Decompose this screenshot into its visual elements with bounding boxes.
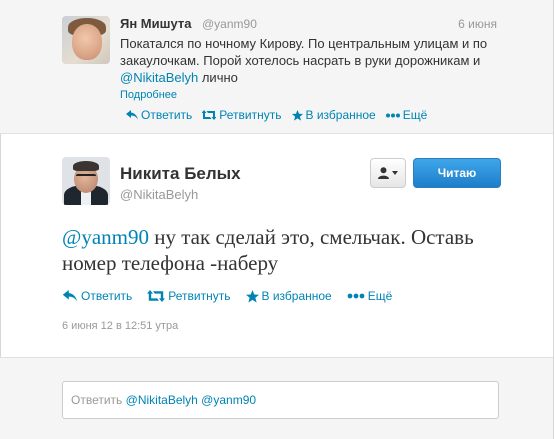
- main-retweet-action[interactable]: Ретвитнуть: [147, 289, 231, 303]
- parent-retweet-label: Ретвитнуть: [219, 108, 282, 122]
- main-reply-action[interactable]: Ответить: [62, 289, 132, 303]
- more-icon: [347, 293, 365, 299]
- parent-tweet-text: Покатался по ночному Кирову. По централь…: [120, 35, 500, 86]
- star-icon: [245, 289, 259, 303]
- reply-prefix: Ответить: [71, 393, 123, 407]
- parent-actions: Ответить Ретвитнуть В избранное Ещё: [126, 108, 427, 122]
- parent-reply-label: Ответить: [141, 108, 193, 122]
- reply-area: Ответить @NikitaBelyh @yanm90: [0, 357, 553, 439]
- parent-author-name[interactable]: Ян Мишута: [120, 16, 191, 31]
- main-author-handle[interactable]: @NikitaBelyh: [120, 187, 198, 202]
- main-favorite-action[interactable]: В избранное: [245, 289, 332, 303]
- main-avatar[interactable]: [62, 157, 110, 205]
- main-author-name[interactable]: Никита Белых: [120, 164, 241, 184]
- caret-down-icon: [392, 171, 398, 175]
- main-tweet-text: @yanm90 ну так сделай это, смельчак. Ост…: [62, 224, 502, 276]
- person-icon: [378, 167, 389, 179]
- retweet-icon: [202, 110, 217, 120]
- following-button[interactable]: Читаю: [413, 158, 501, 188]
- parent-favorite-action[interactable]: В избранное: [291, 108, 376, 122]
- parent-author-handle[interactable]: @yanm90: [202, 17, 257, 31]
- main-favorite-label: В избранное: [261, 289, 332, 303]
- reply-icon: [62, 290, 78, 302]
- main-actions: Ответить Ретвитнуть В избранное Ещё: [62, 289, 392, 303]
- retweet-icon: [147, 290, 166, 302]
- reply-icon: [126, 110, 138, 120]
- parent-more-link[interactable]: Подробнее: [120, 89, 177, 101]
- parent-date[interactable]: 6 июня: [458, 17, 497, 31]
- star-icon: [291, 109, 303, 121]
- reply-mentions: @NikitaBelyh @yanm90: [125, 393, 257, 407]
- parent-favorite-label: В избранное: [305, 108, 376, 122]
- main-more-label: Ещё: [367, 289, 393, 303]
- parent-text-part: лично: [198, 70, 238, 85]
- main-reply-label: Ответить: [81, 289, 133, 303]
- parent-more-action[interactable]: Ещё: [385, 108, 428, 122]
- parent-text-part: Покатался по ночному Кирову. По централь…: [120, 36, 488, 68]
- parent-mention-link[interactable]: @NikitaBelyh: [120, 70, 198, 85]
- main-mention-link[interactable]: @yanm90: [62, 225, 149, 249]
- parent-retweet-action[interactable]: Ретвитнуть: [202, 108, 282, 122]
- parent-reply-action[interactable]: Ответить: [126, 108, 192, 122]
- main-retweet-label: Ретвитнуть: [168, 289, 231, 303]
- parent-more-label: Ещё: [402, 108, 428, 122]
- user-actions-dropdown[interactable]: [370, 158, 406, 188]
- parent-tweet[interactable]: Ян Мишута @yanm90 6 июня Покатался по но…: [0, 0, 553, 134]
- main-timestamp[interactable]: 6 июня 12 в 12:51 утра: [62, 320, 178, 332]
- more-icon: [385, 113, 400, 117]
- reply-input[interactable]: Ответить @NikitaBelyh @yanm90: [62, 381, 499, 419]
- main-more-action[interactable]: Ещё: [347, 289, 393, 303]
- parent-avatar[interactable]: [62, 16, 110, 64]
